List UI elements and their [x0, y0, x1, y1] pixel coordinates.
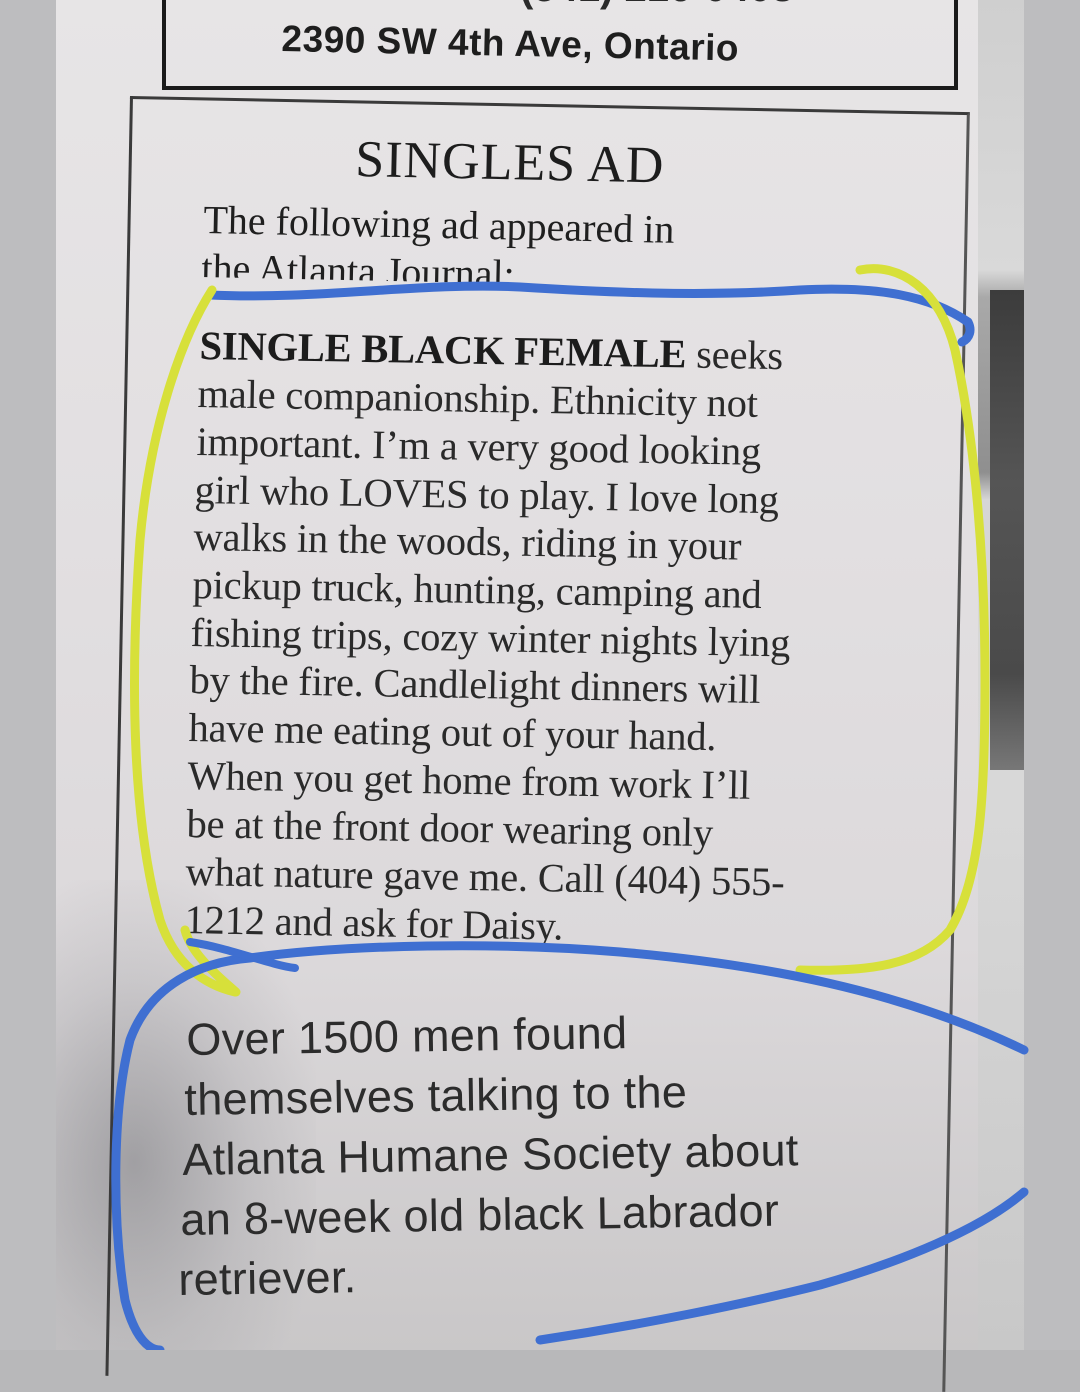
cutoff-phone-number: (541) 216-0408 — [520, 0, 794, 11]
ad-lead: SINGLE BLACK FEMALE — [199, 322, 687, 377]
ad-body-line-13: 1212 and ask for Daisy. — [184, 896, 564, 949]
ad-body-line-8: by the fire. Candlelight dinners will — [189, 656, 761, 712]
ad-body-line-9: have me eating out of your hand. — [188, 704, 717, 760]
punchline-line-5: retriever. — [178, 1251, 357, 1305]
punchline-line-1: Over 1500 men found — [186, 1007, 628, 1065]
intro-line-1: The following ad appeared in — [203, 196, 675, 252]
ad-body-line-2: male companionship. Ethnicity not — [197, 370, 759, 426]
ad-title: SINGLES AD — [354, 130, 665, 195]
punchline-line-4: an 8-week old black Labrador — [180, 1184, 780, 1245]
ad-body-line-3: important. I’m a very good looking — [196, 418, 762, 474]
ad-body-text: seeks — [685, 331, 784, 379]
ad-body-line-5: walks in the woods, riding in your — [193, 513, 742, 569]
right-background — [1024, 0, 1080, 1350]
left-background — [0, 0, 56, 1350]
adjacent-photo — [990, 290, 1024, 770]
ad-body-line-11: be at the front door wearing only — [186, 800, 714, 856]
punchline-line-3: Atlanta Humane Society about — [182, 1124, 800, 1185]
punchline-line-2: themselves talking to the — [184, 1066, 688, 1125]
ad-body-line-10: When you get home from work I’ll — [187, 752, 751, 808]
ad-body-line-6: pickup truck, hunting, camping and — [192, 561, 762, 617]
